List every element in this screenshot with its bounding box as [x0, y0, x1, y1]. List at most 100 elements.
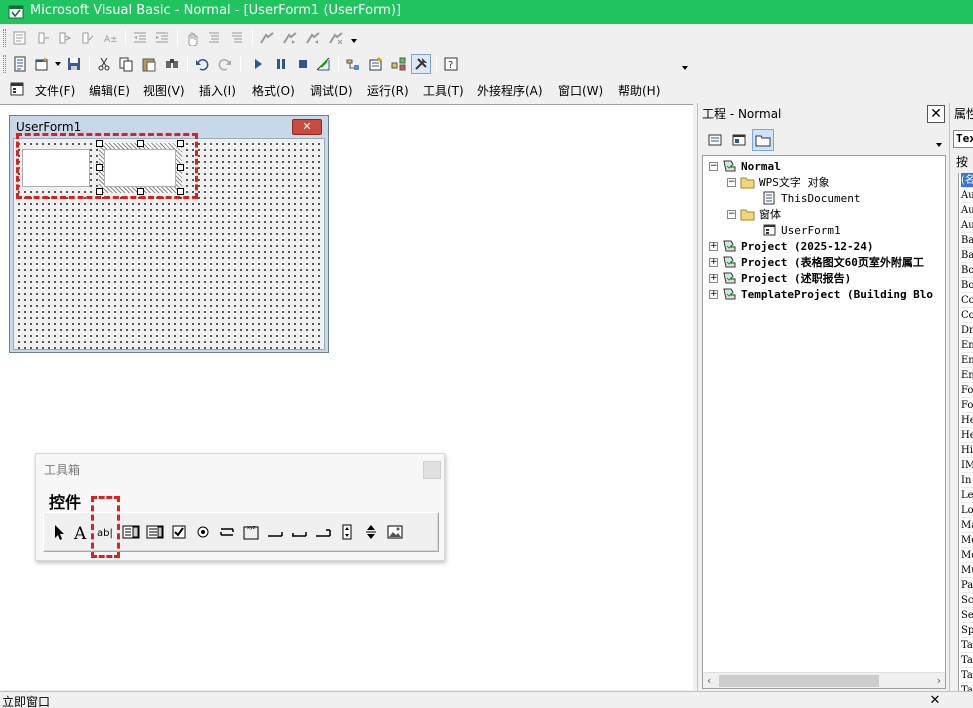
view-object-icon[interactable] — [728, 129, 750, 151]
property-row[interactable]: (名 — [961, 173, 973, 188]
reset-icon[interactable] — [293, 54, 313, 74]
property-row[interactable]: Co — [961, 308, 973, 323]
property-row[interactable]: Bo — [961, 278, 973, 293]
property-row[interactable]: Sc — [961, 593, 973, 608]
help-icon[interactable]: ? — [441, 54, 461, 74]
properties-list[interactable]: (名AuAuAuBaBaBoBoCoCoDrEnEnEnFoFoHeHeHiIM… — [958, 173, 973, 691]
property-row[interactable]: Bo — [961, 263, 973, 278]
property-row[interactable]: Ba — [961, 233, 973, 248]
object-browser-icon[interactable] — [389, 54, 409, 74]
property-row[interactable]: Au — [961, 188, 973, 203]
menu-addins[interactable]: 外接程序(A) — [477, 82, 543, 99]
property-row[interactable]: He — [961, 413, 973, 428]
scrollbar-thumb[interactable] — [719, 675, 879, 687]
property-row[interactable]: Mo — [961, 548, 973, 563]
property-row[interactable]: Dr — [961, 323, 973, 338]
image-control-icon[interactable] — [384, 521, 406, 543]
property-row[interactable]: He — [961, 428, 973, 443]
tree-node-forms[interactable]: − 窗体 — [727, 206, 781, 222]
indent-icon[interactable] — [152, 28, 172, 48]
property-row[interactable]: Mu — [961, 563, 973, 578]
break-icon[interactable] — [271, 54, 291, 74]
paste-icon[interactable] — [139, 54, 159, 74]
property-row[interactable]: Au — [961, 203, 973, 218]
menu-help[interactable]: 帮助(H) — [618, 82, 660, 99]
toolbox-close-button[interactable] — [423, 461, 441, 479]
scroll-right-icon[interactable]: › — [937, 674, 941, 687]
collapse-icon[interactable]: − — [727, 209, 736, 219]
property-row[interactable]: In — [961, 473, 973, 488]
tree-node-wps-objects[interactable]: − WPS文字 对象 — [727, 174, 830, 190]
multipage-control-icon[interactable] — [312, 521, 334, 543]
save-icon[interactable] — [64, 54, 84, 74]
select-objects-icon[interactable] — [48, 521, 70, 543]
clear-bookmarks-icon[interactable] — [326, 28, 346, 48]
horizontal-scrollbar[interactable]: ‹ › — [703, 672, 945, 688]
toolbox-tab-controls[interactable]: 控件 — [49, 489, 81, 513]
property-row[interactable]: En — [961, 353, 973, 368]
cut-icon[interactable] — [94, 54, 114, 74]
property-row[interactable]: Lo — [961, 503, 973, 518]
tree-node-userform1[interactable]: UserForm1 — [761, 222, 841, 238]
toolbox-icon[interactable] — [411, 54, 431, 74]
properties-window-icon[interactable] — [366, 54, 386, 74]
checkbox-control-icon[interactable] — [168, 521, 190, 543]
prev-bookmark-icon[interactable] — [303, 28, 323, 48]
menu-window[interactable]: 窗口(W) — [558, 82, 603, 99]
view-code-icon[interactable] — [10, 28, 30, 48]
tabstrip-control-icon[interactable] — [288, 521, 310, 543]
panel-menu-chevron-icon[interactable] — [936, 143, 942, 147]
expand-icon[interactable]: + — [709, 241, 718, 251]
property-row[interactable]: Ta — [961, 638, 973, 653]
userform-close-button[interactable]: ✕ — [292, 119, 322, 135]
label-control-icon[interactable]: A — [71, 521, 93, 543]
scroll-left-icon[interactable]: ‹ — [707, 674, 711, 687]
menu-debug[interactable]: 调试(D) — [310, 82, 353, 99]
property-row[interactable]: Hi — [961, 443, 973, 458]
properties-object-combo[interactable]: Tex — [953, 130, 973, 148]
form-menu-icon[interactable] — [9, 81, 25, 97]
menu-insert[interactable]: 插入(I) — [199, 82, 236, 99]
property-row[interactable]: Ma — [961, 518, 973, 533]
insert-dropdown-chevron-icon[interactable] — [55, 62, 61, 66]
spinbutton-control-icon[interactable] — [360, 521, 382, 543]
expand-icon[interactable]: + — [709, 257, 718, 267]
frame-control-icon[interactable]: xyz — [240, 521, 262, 543]
view-word-icon[interactable] — [10, 54, 30, 74]
find-icon[interactable] — [162, 54, 182, 74]
expand-icon[interactable]: + — [709, 289, 718, 299]
property-row[interactable]: Fo — [961, 383, 973, 398]
expand-icon[interactable]: + — [709, 273, 718, 283]
copy-icon[interactable] — [116, 54, 136, 74]
property-row[interactable]: Au — [961, 218, 973, 233]
menu-view[interactable]: 视图(V) — [143, 82, 185, 99]
comment-block-icon[interactable] — [204, 28, 224, 48]
undo-icon[interactable] — [192, 54, 212, 74]
property-row[interactable]: Co — [961, 293, 973, 308]
menu-format[interactable]: 格式(O) — [252, 82, 295, 99]
outdent-icon[interactable] — [130, 28, 150, 48]
property-row[interactable]: IM — [961, 458, 973, 473]
tree-node-project-tables[interactable]: + Project (表格图文60页室外附属工 — [709, 254, 924, 270]
step-over-icon[interactable] — [55, 28, 75, 48]
menu-edit[interactable]: 编辑(E) — [89, 82, 130, 99]
property-row[interactable]: Sp — [961, 623, 973, 638]
step-into-icon[interactable] — [33, 28, 53, 48]
property-row[interactable]: En — [961, 338, 973, 353]
toggle-folders-icon[interactable] — [752, 129, 774, 151]
property-row[interactable]: Ta — [961, 653, 973, 668]
tree-node-project-2025[interactable]: + Project (2025-12-24) — [709, 238, 873, 254]
toolbar-grip[interactable] — [3, 55, 6, 73]
step-out-icon[interactable] — [78, 28, 98, 48]
toggle-breakpoint-icon[interactable] — [182, 28, 202, 48]
project-tree[interactable]: − Normal − WPS文字 对象 ThisDocument − 窗体 Us… — [702, 155, 946, 689]
immediate-close-button[interactable]: ✕ — [928, 694, 942, 708]
property-row[interactable]: Ta — [961, 668, 973, 683]
next-bookmark-icon[interactable] — [280, 28, 300, 48]
collapse-icon[interactable]: − — [709, 161, 718, 171]
menu-tools[interactable]: 工具(T) — [423, 82, 464, 99]
complete-word-icon[interactable]: A± — [100, 28, 120, 48]
tree-node-template-project[interactable]: + TemplateProject (Building Blo — [709, 286, 933, 302]
combobox-control-icon[interactable] — [120, 521, 142, 543]
property-row[interactable]: Mo — [961, 533, 973, 548]
